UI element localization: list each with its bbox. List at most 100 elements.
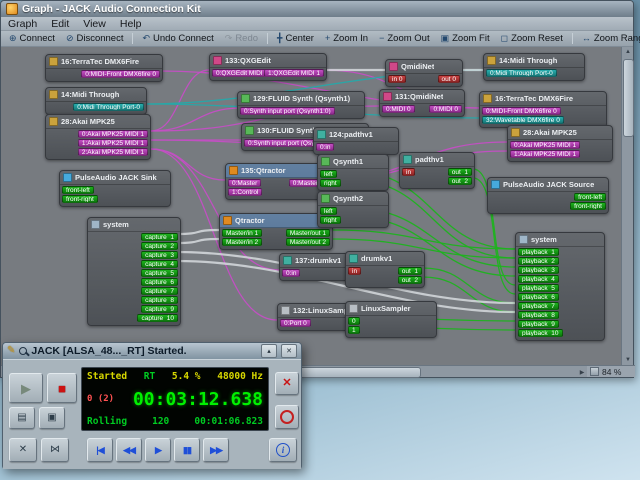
graph-port-capture-6[interactable]: capture_6	[141, 278, 178, 286]
graph-port-capture-5[interactable]: capture_5	[141, 269, 178, 277]
graph-port-capture-1[interactable]: capture_1	[141, 233, 178, 241]
graph-port-playback-5[interactable]: playback_5	[518, 284, 559, 292]
graph-canvas[interactable]: 16:TerraTec DMX6Fire0:MIDI-Front DMX6fir…	[1, 47, 623, 365]
scroll-up-arrow[interactable]: ▲	[623, 47, 633, 57]
graph-port-playback-1[interactable]: playback_1	[518, 248, 559, 256]
vertical-scrollbar[interactable]: ▲ ▼	[621, 47, 633, 365]
jack-titlebar[interactable]: ✎ JACK [ALSA_48..._RT] Started. ▴ ✕	[3, 343, 301, 359]
graph-port-master-out-1[interactable]: Master/out 1	[286, 229, 330, 237]
graph-node-qmidinet[interactable]: QmidiNetin 0out 0	[385, 59, 463, 87]
toolbar-button-zoom-out[interactable]: −Zoom Out	[374, 32, 435, 46]
graph-port-0-akai-mpk25-midi-1[interactable]: 0:Akai MPK25 MIDI 1	[510, 141, 580, 149]
graph-port-0-synth-input-port-qsynth1-0-[interactable]: 0:Synth input port (Qsynth1:0)	[240, 107, 335, 115]
graph-port-front-right[interactable]: front-right	[62, 195, 98, 203]
menu-help[interactable]: Help	[113, 18, 149, 30]
graph-port-front-left[interactable]: front-left	[62, 186, 94, 194]
graph-node-135-qtractor[interactable]: 135:Qtractor0:Master1:Control0:Master	[225, 163, 325, 200]
graph-node-linuxsampler[interactable]: LinuxSampler01	[345, 301, 437, 338]
graph-port-1-akai-mpk25-midi-1[interactable]: 1:Akai MPK25 MIDI 1	[78, 139, 148, 147]
graph-node-padthv1[interactable]: padthv1inout_1out_2	[399, 152, 475, 189]
graph-port-playback-3[interactable]: playback_3	[518, 266, 559, 274]
connection-wire[interactable]	[151, 108, 241, 131]
graph-port-capture-7[interactable]: capture_7	[141, 287, 178, 295]
graph-port-in[interactable]: in	[348, 267, 361, 275]
transport-start-button[interactable]: |◀	[87, 438, 113, 462]
graph-port-1[interactable]: 1	[348, 326, 360, 334]
graph-node-16-terratec-dmx6fire[interactable]: 16:TerraTec DMX6Fire0:MIDI-Front DMX6fir…	[45, 54, 163, 82]
graph-node-16-terratec-dmx6fire[interactable]: 16:TerraTec DMX6Fire0:MIDI-Front DMX6fir…	[479, 91, 607, 128]
graph-node-qsynth1[interactable]: Qsynth1leftright	[317, 154, 389, 191]
about-button[interactable]: i	[269, 438, 297, 462]
graph-port-in-0[interactable]: in 0	[388, 75, 406, 83]
graph-node-131-qmidinet[interactable]: 131:QmidiNet0:MIDI 00:MIDI 0	[379, 89, 465, 117]
toolbar-button-zoom-range[interactable]: ↔Zoom Range	[577, 32, 640, 46]
toolbar-button-center[interactable]: ╋Center	[272, 32, 319, 46]
graph-port-capture-9[interactable]: capture_9	[141, 305, 178, 313]
graph-port-1-control[interactable]: 1:Control	[228, 188, 262, 196]
graph-node-129-fluid-synth-qsynth1-[interactable]: 129:FLUID Synth (Qsynth1)0:Synth input p…	[237, 91, 365, 119]
graph-node-qsynth2[interactable]: Qsynth2leftright	[317, 191, 389, 228]
graph-port-0-midi-front-dmx6fire-0[interactable]: 0:MIDI-Front DMX6fire 0	[81, 70, 160, 78]
graph-port-playback-9[interactable]: playback_9	[518, 320, 559, 328]
graph-node-14-midi-through[interactable]: 14:Midi Through0:Midi Through Port-0	[45, 87, 147, 115]
messages-button[interactable]: ▤	[9, 407, 35, 429]
graph-port-playback-8[interactable]: playback_8	[518, 311, 559, 319]
transport-pause-button[interactable]: ▮▮	[174, 438, 200, 462]
graph-port-0[interactable]: 0	[348, 317, 360, 325]
graph-port-capture-3[interactable]: capture_3	[141, 251, 178, 259]
graph-port-1-akai-mpk25-midi-1[interactable]: 1:Akai MPK25 MIDI 1	[510, 150, 580, 158]
graph-port-master-in-1[interactable]: Master/in 1	[222, 229, 262, 237]
graph-port-0-midi-0[interactable]: 0:MIDI 0	[429, 105, 462, 113]
graph-port-0-master[interactable]: 0:Master	[228, 179, 261, 187]
session-button[interactable]: ▣	[39, 407, 65, 429]
toolbar-button-undo-connect[interactable]: ↶Undo Connect	[137, 32, 218, 46]
graph-port-playback-7[interactable]: playback_7	[518, 302, 559, 310]
graph-port-capture-10[interactable]: capture_10	[137, 314, 178, 322]
graph-port-0-akai-mpk25-midi-1[interactable]: 0:Akai MPK25 MIDI 1	[78, 130, 148, 138]
graph-titlebar[interactable]: Graph - JACK Audio Connection Kit	[1, 1, 633, 17]
graph-port-capture-4[interactable]: capture_4	[141, 260, 178, 268]
graph-node-124-padthv1[interactable]: 124:padthv10:in	[313, 127, 399, 155]
graph-port-out-2[interactable]: out_2	[448, 177, 472, 185]
power-button[interactable]	[275, 405, 299, 429]
graph-port-playback-6[interactable]: playback_6	[518, 293, 559, 301]
patchbay-button[interactable]: ✕	[9, 438, 37, 462]
graph-port-right[interactable]: right	[320, 216, 341, 224]
graph-port-out-1[interactable]: out_1	[448, 168, 472, 176]
graph-node-28-akai-mpk25[interactable]: 28:Akai MPK250:Akai MPK25 MIDI 11:Akai M…	[507, 125, 613, 162]
toolbar-button-redo[interactable]: ↷Redo	[220, 32, 263, 46]
graph-node-pulseaudio-jack-sink[interactable]: PulseAudio JACK Sinkfront-leftfront-righ…	[59, 170, 171, 207]
graph-node-qtractor[interactable]: QtractorMaster/in 1Master/in 2Master/out…	[219, 213, 333, 250]
vertical-scroll-thumb[interactable]	[623, 59, 634, 137]
toolbar-button-zoom-in[interactable]: +Zoom In	[320, 32, 373, 46]
graph-port-playback-2[interactable]: playback_2	[518, 257, 559, 265]
menu-view[interactable]: View	[76, 18, 113, 30]
graph-port-capture-8[interactable]: capture_8	[141, 296, 178, 304]
graph-port-0-midi-front-dmx6fire-0[interactable]: 0:MIDI-Front DMX6fire 0	[482, 107, 561, 115]
graph-button[interactable]: ⋈	[41, 438, 69, 462]
graph-port-right[interactable]: right	[320, 179, 341, 187]
close-button[interactable]: ✕	[281, 344, 297, 358]
toolbar-button-zoom-reset[interactable]: ◻Zoom Reset	[496, 32, 568, 46]
graph-port-2-akai-mpk25-midi-1[interactable]: 2:Akai MPK25 MIDI 1	[78, 148, 148, 156]
scroll-right-arrow[interactable]: ▶	[577, 367, 587, 377]
toolbar-button-zoom-fit[interactable]: ▣Zoom Fit	[436, 32, 495, 46]
graph-node-system[interactable]: systemplayback_1playback_2playback_3play…	[515, 232, 605, 341]
graph-node-drumkv1[interactable]: drumkv1inout_1out_2	[345, 251, 425, 288]
menu-graph[interactable]: Graph	[1, 18, 44, 30]
graph-port-0-in[interactable]: 0:in	[282, 269, 300, 277]
toolbar-button-disconnect[interactable]: ⊘Disconnect	[61, 32, 129, 46]
stop-button[interactable]: ■	[47, 373, 77, 403]
graph-port-out-2[interactable]: out_2	[398, 276, 422, 284]
graph-node-14-midi-through[interactable]: 14:Midi Through0:Midi Through Port-0	[483, 53, 585, 81]
transport-forward-button[interactable]: ▶▶	[203, 438, 229, 462]
scroll-down-arrow[interactable]: ▼	[623, 355, 633, 365]
graph-port-0-midi-through-port-0[interactable]: 0:Midi Through Port-0	[486, 69, 557, 77]
graph-port-playback-10[interactable]: playback_10	[518, 329, 563, 337]
connection-wire[interactable]	[423, 268, 515, 303]
transport-play-button[interactable]: ▶	[145, 438, 171, 462]
graph-port-playback-4[interactable]: playback_4	[518, 275, 559, 283]
graph-port-master-out-2[interactable]: Master/out 2	[286, 238, 330, 246]
graph-port-0-midi-through-port-0[interactable]: 0:Midi Through Port-0	[73, 103, 144, 111]
graph-port-front-right[interactable]: front-right	[570, 202, 606, 210]
